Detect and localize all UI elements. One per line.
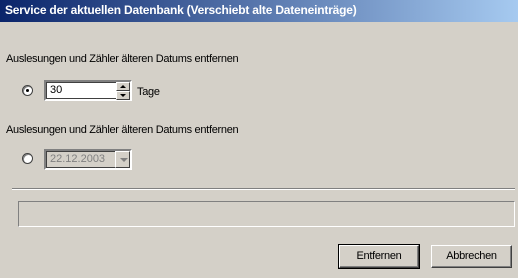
spin-up-button[interactable] [116, 82, 130, 91]
date-radio-button[interactable] [22, 153, 33, 164]
days-unit-label: Tage [137, 86, 160, 98]
date-option-heading: Auslesungen und Zähler älteren Datums en… [6, 124, 239, 136]
dialog-body: Auslesungen und Zähler älteren Datums en… [0, 22, 518, 278]
separator [12, 188, 515, 190]
arrow-down-icon [120, 94, 126, 97]
spin-down-button[interactable] [116, 91, 130, 100]
cancel-button[interactable]: Abbrechen [431, 245, 512, 268]
progress-bar [18, 201, 515, 227]
days-option-heading: Auslesungen und Zähler älteren Datums en… [6, 53, 239, 65]
date-dropdown-button[interactable] [115, 151, 130, 168]
chevron-down-icon [120, 158, 128, 162]
remove-button[interactable]: Entfernen [338, 244, 420, 269]
days-spinner[interactable] [116, 82, 130, 100]
days-radio-button[interactable] [22, 85, 33, 96]
arrow-up-icon [120, 85, 126, 88]
window-title: Service der aktuellen Datenbank (Verschi… [5, 3, 357, 17]
title-bar[interactable]: Service der aktuellen Datenbank (Verschi… [0, 0, 518, 22]
